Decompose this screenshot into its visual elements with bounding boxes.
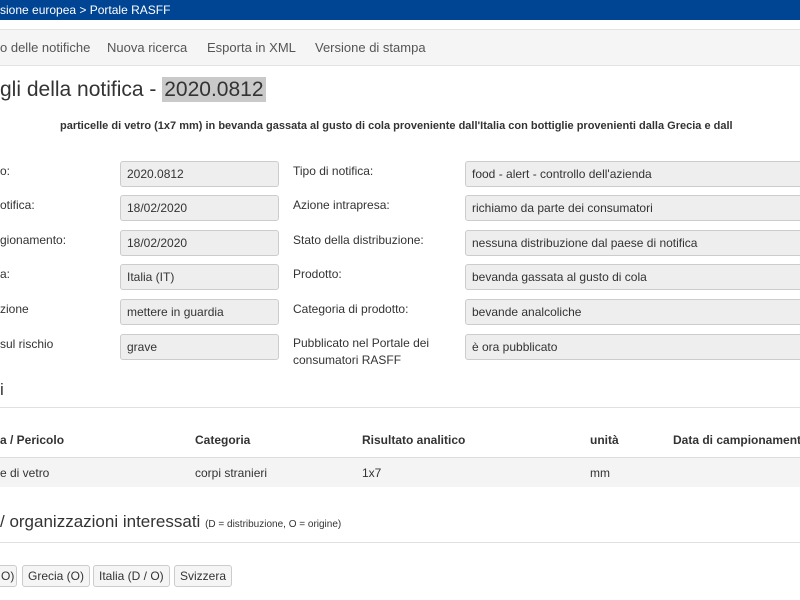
orgs-heading: / organizzazioni interessati (D = distri… bbox=[0, 512, 341, 532]
breadcrumb: sione europea > Portale RASFF bbox=[0, 0, 800, 20]
hazards-heading: i bbox=[0, 380, 4, 399]
page-title: gli della notifica - 2020.0812 bbox=[0, 77, 266, 102]
breadcrumb-item-commission[interactable]: sione europea bbox=[0, 3, 76, 17]
nav-export-xml[interactable]: Esporta in XML bbox=[207, 40, 296, 55]
orgs-heading-text: / organizzazioni interessati bbox=[0, 512, 201, 531]
col-header-unit: unità bbox=[590, 433, 619, 447]
breadcrumb-item-portal[interactable]: Portale RASFF bbox=[90, 3, 171, 17]
col-header-category: Categoria bbox=[195, 433, 251, 447]
field-reference: 2020.0812 bbox=[120, 161, 279, 187]
label-classification: zione bbox=[0, 302, 29, 316]
field-action-taken: richiamo da parte dei consumatori bbox=[465, 195, 800, 221]
label-notifying-country: a: bbox=[0, 267, 11, 281]
label-consumer-portal-line1: Pubblicato nel Portale dei bbox=[293, 336, 430, 350]
notification-subject: particelle di vetro (1x7 mm) in bevanda … bbox=[60, 120, 733, 132]
country-button-origin[interactable]: O) bbox=[0, 565, 17, 587]
orgs-legend-note: (D = distribuzione, O = origine) bbox=[205, 519, 342, 530]
col-header-hazard: a / Pericolo bbox=[0, 433, 65, 447]
field-risk-decision: grave bbox=[120, 334, 279, 360]
field-classification: mettere in guardia bbox=[120, 299, 279, 325]
label-risk-decision: sul rischio bbox=[0, 337, 54, 351]
country-button-switzerland[interactable]: Svizzera bbox=[174, 565, 233, 587]
breadcrumb-separator: > bbox=[76, 3, 90, 17]
field-notification-date: 18/02/2020 bbox=[120, 195, 279, 221]
field-notification-type: food - alert - controllo dell'azienda bbox=[465, 161, 800, 187]
divider bbox=[0, 542, 800, 543]
field-product: bevanda gassata al gusto di cola bbox=[465, 264, 800, 290]
label-notification-date: otifica: bbox=[0, 198, 35, 212]
divider bbox=[0, 407, 800, 408]
label-distribution-status: Stato della distribuzione: bbox=[293, 233, 424, 247]
secondary-nav: o delle notifiche Nuova ricerca Esporta … bbox=[0, 29, 800, 66]
country-button-greece[interactable]: Grecia (O) bbox=[22, 565, 91, 587]
page-title-text: gli della notifica - bbox=[0, 78, 163, 101]
table-row bbox=[0, 457, 800, 487]
nav-print-version[interactable]: Versione di stampa bbox=[315, 40, 426, 55]
field-notifying-country: Italia (IT) bbox=[120, 264, 279, 290]
label-reference: o: bbox=[0, 164, 11, 178]
col-header-sampling-date: Data di campionamento bbox=[673, 433, 800, 447]
label-product: Prodotto: bbox=[293, 267, 342, 281]
label-notification-type: Tipo di notifica: bbox=[293, 164, 374, 178]
label-action-taken: Azione intrapresa: bbox=[293, 198, 390, 212]
notification-reference: 2020.0812 bbox=[162, 77, 266, 102]
country-button-italy[interactable]: Italia (D / O) bbox=[93, 565, 170, 587]
label-product-category: Categoria di prodotto: bbox=[293, 302, 409, 316]
nav-list-notifications[interactable]: o delle notifiche bbox=[0, 40, 90, 55]
cell-category: corpi stranieri bbox=[195, 466, 268, 480]
field-product-category: bevande analcoliche bbox=[465, 299, 800, 325]
label-last-update: gionamento: bbox=[0, 233, 67, 247]
cell-hazard: e di vetro bbox=[0, 466, 50, 480]
cell-analytical-result: 1x7 bbox=[362, 466, 382, 480]
nav-new-search[interactable]: Nuova ricerca bbox=[107, 40, 187, 55]
cell-unit: mm bbox=[590, 466, 610, 480]
field-consumer-portal: è ora pubblicato bbox=[465, 334, 800, 360]
col-header-analytical-result: Risultato analitico bbox=[362, 433, 466, 447]
label-consumer-portal-line2: consumatori RASFF bbox=[293, 353, 402, 367]
field-last-update: 18/02/2020 bbox=[120, 230, 279, 256]
field-distribution-status: nessuna distribuzione dal paese di notif… bbox=[465, 230, 800, 256]
